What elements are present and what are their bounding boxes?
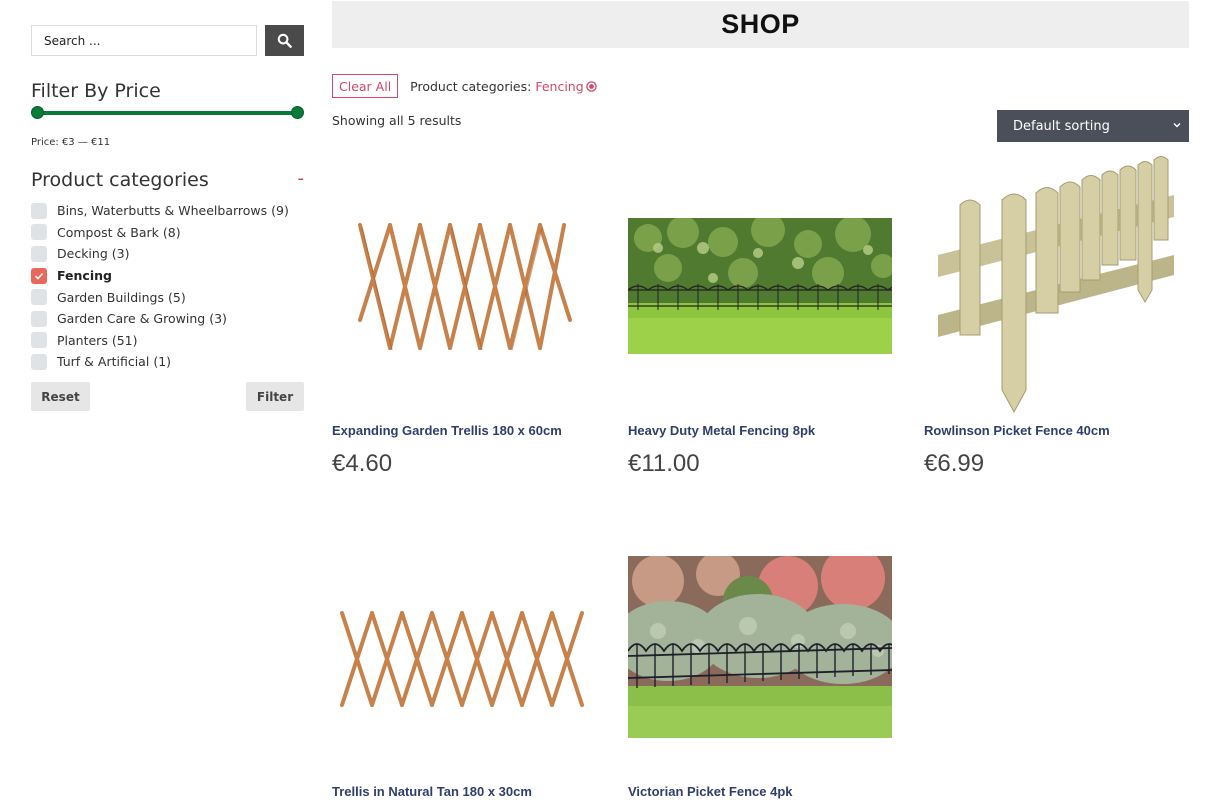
victorian-fence-image: [628, 556, 892, 738]
product-image[interactable]: [628, 218, 892, 354]
product-title[interactable]: Expanding Garden Trellis 180 x 60cm: [332, 423, 562, 438]
product-image[interactable]: [332, 605, 596, 715]
category-count: (3): [209, 311, 227, 327]
category-label: Garden Care & Growing: [57, 311, 206, 327]
category-label: Planters: [57, 332, 108, 348]
category-label: Garden Buildings: [57, 289, 165, 305]
category-item[interactable]: Fencing: [31, 265, 289, 287]
category-checkbox[interactable]: [31, 353, 47, 370]
category-checkbox[interactable]: [31, 332, 47, 349]
category-item[interactable]: Compost & Bark (8): [31, 222, 289, 244]
checkmark-icon: [34, 272, 44, 280]
sort-dropdown-value: Default sorting: [1013, 118, 1110, 134]
filter-button[interactable]: Filter: [246, 382, 304, 411]
category-count: (1): [153, 354, 172, 370]
search-form: [31, 25, 304, 57]
price-slider-max-handle[interactable]: [291, 106, 304, 119]
category-checkbox[interactable]: [31, 245, 47, 262]
product-price: €11.00: [628, 450, 700, 477]
category-item[interactable]: Turf & Artificial (1): [31, 351, 289, 373]
sort-dropdown[interactable]: Default sorting: [997, 110, 1189, 142]
trellis-tan-image: [340, 611, 584, 707]
category-item[interactable]: Garden Buildings (5): [31, 286, 289, 308]
clear-all-button[interactable]: Clear All: [332, 74, 399, 98]
categories-collapse-toggle[interactable]: -: [298, 168, 305, 189]
category-list: Bins, Waterbutts & Wheelbarrows (9) Compos…: [31, 200, 289, 373]
page-title: SHOP: [721, 9, 800, 39]
category-count: (8): [162, 224, 181, 240]
search-icon: [277, 33, 292, 48]
category-item[interactable]: Planters (51): [31, 330, 289, 352]
product-card[interactable]: Trellis in Natural Tan 180 x 30cm: [332, 510, 596, 800]
remove-filter-icon[interactable]: [585, 80, 597, 92]
price-slider-range: [37, 111, 298, 115]
category-label: Turf & Artificial: [57, 354, 150, 370]
category-checkbox[interactable]: [31, 224, 47, 241]
category-count: (3): [111, 246, 130, 262]
shop-banner: SHOP: [332, 1, 1189, 48]
product-title[interactable]: Victorian Picket Fence 4pk: [628, 784, 793, 799]
product-price: €4.60: [332, 450, 393, 477]
category-checkbox[interactable]: [31, 310, 47, 327]
active-filters: Clear All Product categories: Fencing: [332, 74, 597, 98]
search-button[interactable]: [265, 25, 304, 56]
product-card[interactable]: Victorian Picket Fence 4pk: [628, 510, 892, 800]
picket-fence-image: [938, 156, 1174, 414]
category-item[interactable]: Bins, Waterbutts & Wheelbarrows (9): [31, 200, 289, 222]
categories-title: Product categories: [31, 169, 209, 191]
price-slider-min-handle[interactable]: [31, 106, 44, 119]
result-count: Showing all 5 results: [332, 113, 462, 128]
category-label: Bins, Waterbutts & Wheelbarrows: [57, 203, 268, 219]
product-card[interactable]: Rowlinson Picket Fence 40cm €6.99: [924, 150, 1188, 490]
category-item[interactable]: Decking (3): [31, 243, 289, 265]
category-label: Compost & Bark: [57, 224, 159, 240]
category-checkbox[interactable]: [31, 267, 47, 284]
price-range-text: Price: €3 — €11: [31, 137, 111, 148]
product-card[interactable]: Expanding Garden Trellis 180 x 60cm €4.6…: [332, 150, 596, 490]
category-count: (51): [111, 332, 138, 348]
product-price: €6.99: [924, 450, 985, 477]
product-image[interactable]: [332, 220, 596, 355]
category-label: Fencing: [57, 268, 112, 284]
product-image[interactable]: [628, 556, 892, 738]
active-filter-label: Product categories:: [410, 78, 532, 94]
category-count: (9): [271, 203, 289, 219]
product-card[interactable]: Heavy Duty Metal Fencing 8pk €11.00: [628, 150, 892, 490]
metal-fencing-image: [628, 218, 892, 354]
category-item[interactable]: Garden Care & Growing (3): [31, 308, 289, 330]
category-label: Decking: [57, 246, 108, 262]
chevron-down-icon: [1173, 123, 1181, 128]
product-image[interactable]: [924, 155, 1188, 417]
reset-button[interactable]: Reset: [31, 382, 90, 411]
price-filter-title: Filter By Price: [31, 80, 161, 102]
product-title[interactable]: Heavy Duty Metal Fencing 8pk: [628, 423, 815, 438]
category-checkbox[interactable]: [31, 202, 47, 219]
product-title[interactable]: Trellis in Natural Tan 180 x 30cm: [332, 784, 532, 799]
product-title[interactable]: Rowlinson Picket Fence 40cm: [924, 423, 1110, 438]
trellis-image: [358, 223, 572, 351]
category-count: (5): [168, 289, 186, 305]
search-input[interactable]: [31, 25, 257, 56]
price-slider[interactable]: [31, 106, 304, 120]
category-checkbox[interactable]: [31, 289, 47, 306]
active-filter-value[interactable]: Fencing: [535, 79, 583, 94]
